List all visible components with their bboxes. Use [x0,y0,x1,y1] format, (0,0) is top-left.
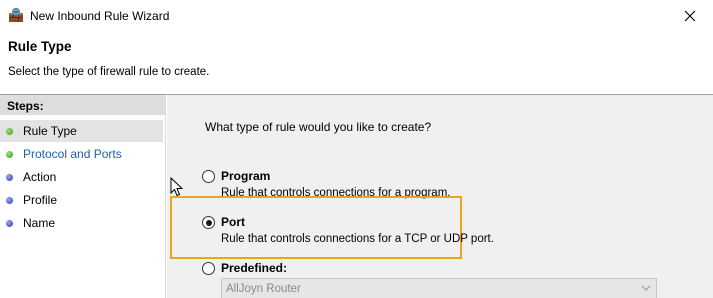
option-label: Port [221,215,245,229]
program-radio[interactable] [202,170,215,183]
window-title: New Inbound Rule Wizard [30,9,170,23]
predefined-radio[interactable] [202,262,215,275]
step-label: Profile [23,193,58,207]
step-profile: Profile [0,189,163,211]
close-icon [684,10,696,22]
step-complete-icon [6,127,13,135]
step-label: Protocol and Ports [23,147,122,161]
step-protocol-and-ports[interactable]: Protocol and Ports [0,143,163,165]
step-rule-type[interactable]: Rule Type [0,120,163,142]
step-pending-icon [6,173,13,181]
page-title: Rule Type [8,39,72,54]
step-label: Name [23,216,56,230]
highlight-box [170,196,462,259]
step-label: Action [23,170,57,184]
option-description: Rule that controls connections for a TCP… [221,233,494,245]
title-bar: New Inbound Rule Wizard [0,0,713,32]
wizard-header: Rule Type Select the type of firewall ru… [0,32,713,94]
firewall-wizard-icon [9,8,23,22]
step-pending-icon [6,219,13,227]
step-action: Action [0,166,163,188]
steps-heading: Steps: [0,95,166,115]
step-pending-icon [6,196,13,204]
predefined-dropdown: AllJoyn Router [221,278,657,298]
steps-panel: Steps: Rule Type Protocol and Ports Acti… [0,95,166,298]
step-complete-icon [6,150,13,158]
rule-type-question: What type of rule would you like to crea… [205,120,432,134]
port-radio[interactable] [202,216,215,229]
mouse-pointer-icon [170,177,184,197]
dropdown-value: AllJoyn Router [226,283,301,295]
page-subtitle: Select the type of firewall rule to crea… [8,66,210,78]
option-label: Program [221,169,271,183]
main-content: What type of rule would you like to crea… [167,95,713,298]
close-button[interactable] [667,0,713,32]
option-label: Predefined: [221,261,288,275]
chevron-down-icon [641,285,651,291]
step-label: Rule Type [23,124,77,138]
step-name: Name [0,212,163,234]
